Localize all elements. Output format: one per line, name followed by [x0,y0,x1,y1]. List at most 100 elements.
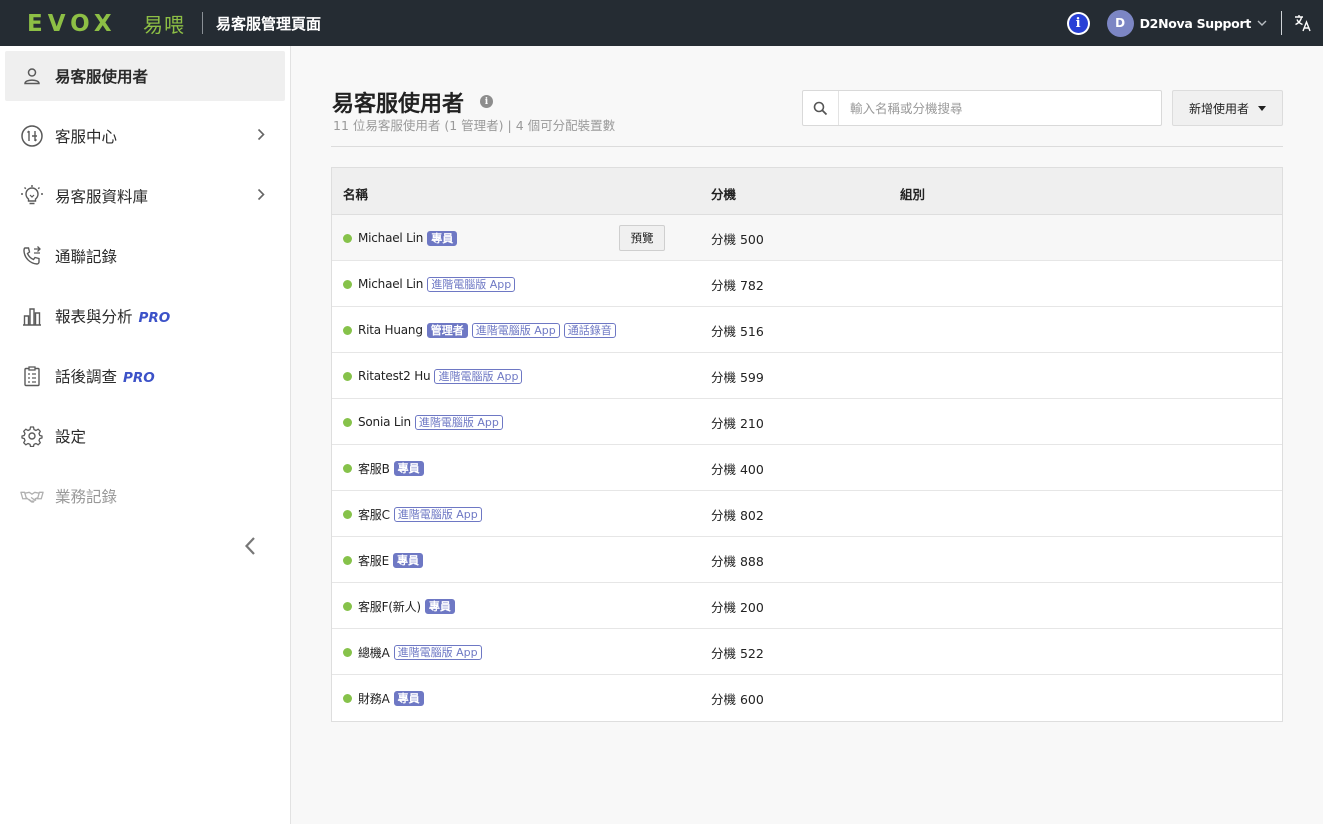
column-header-extension[interactable]: 分機 [711,184,736,203]
bar-chart-icon [20,304,44,328]
name-cell: 客服C 進階電腦版 App [343,491,482,537]
column-header-name[interactable]: 名稱 [343,184,368,203]
sidebar-item-business-records[interactable]: 業務記錄 [5,471,285,521]
column-header-group[interactable]: 組別 [900,184,925,203]
role-tag: 專員 [427,230,458,246]
user-name[interactable]: Michael Lin [358,277,423,291]
sidebar-item-label: 易客服資料庫 [55,188,149,206]
page-subtitle: 11 位易客服使用者 (1 管理者) | 4 個可分配裝置數 [333,118,616,133]
user-name[interactable]: 客服C [358,506,390,523]
role-tag: 專員 [393,460,424,476]
sidebar: 易客服使用者 客服中心 易客服資料庫 通聯記錄 報表與分析 PRO 話後調查 P… [0,46,291,824]
name-cell: Michael Lin 專員 [343,215,458,261]
table-row[interactable]: Ritatest2 Hu 進階電腦版 App 分機 599 [332,353,1282,399]
table-row[interactable]: 財務A 專員 分機 600 [332,675,1282,721]
online-status-dot [343,647,352,657]
name-cell: Rita Huang 管理者 進階電腦版 App 通話錄音 [343,307,616,353]
header-actions: i D D2Nova Support [1066,0,1323,46]
name-cell: Sonia Lin 進階電腦版 App [343,399,503,445]
table-row[interactable]: Sonia Lin 進階電腦版 App 分機 210 [332,399,1282,445]
lightbulb-icon [20,184,44,208]
sidebar-item-users[interactable]: 易客服使用者 [5,51,285,101]
info-icon: i [1068,13,1088,33]
chevron-left-icon [244,537,255,555]
role-tag: 專員 [393,690,424,706]
extension-cell: 分機 600 [711,691,764,707]
user-name[interactable]: 客服F(新人) [358,598,421,615]
table-row[interactable]: 總機A 進階電腦版 App 分機 522 [332,629,1282,675]
table-row[interactable]: 客服B 專員 分機 400 [332,445,1282,491]
role-tag: 管理者 [426,322,468,338]
app-title: 易客服管理頁面 [216,14,322,33]
table-body: Michael Lin 專員 預覽 分機 500 Michael Lin 進階電腦版 Ap… [332,215,1282,721]
user-name[interactable]: 財務A [358,690,390,707]
table-row[interactable]: 客服E 專員 分機 888 [332,537,1282,583]
name-cell: Michael Lin 進階電腦版 App [343,261,516,307]
user-icon [20,64,44,88]
info-button[interactable]: i [1066,11,1090,35]
sidebar-item-call-logs[interactable]: 通聯記錄 [5,231,285,281]
search-box [802,90,1162,126]
user-name[interactable]: 客服B [358,460,390,477]
table-row[interactable]: Michael Lin 專員 預覽 分機 500 [332,215,1282,261]
table-row[interactable]: Rita Huang 管理者 進階電腦版 App 通話錄音 分機 516 [332,307,1282,353]
table-row[interactable]: 客服C 進階電腦版 App 分機 802 [332,491,1282,537]
sidebar-item-label: 設定 [55,428,87,446]
search-input[interactable] [839,100,1139,116]
sidebar-item-label: 話後調查 PRO [55,368,155,386]
svg-text:EVOX: EVOX [27,12,117,34]
extension-cell: 分機 888 [711,553,764,569]
logo[interactable]: EVOX 易喂 [27,0,185,46]
main-content: 易客服使用者 i 11 位易客服使用者 (1 管理者) | 4 個可分配裝置數 … [291,46,1323,824]
user-name[interactable]: Ritatest2 Hu [358,369,431,383]
role-tag: 進階電腦版 App [393,644,482,660]
role-tag: 專員 [424,598,455,614]
extension-cell: 分機 516 [711,323,764,339]
translate-icon[interactable] [1293,13,1313,33]
top-bar: EVOX 易喂 易客服管理頁面 i D D2Nova Support [0,0,1323,46]
user-name[interactable]: Sonia Lin [358,415,411,429]
sidebar-item-survey[interactable]: 話後調查 PRO [5,351,285,401]
preview-button[interactable]: 預覽 [619,225,665,251]
avatar[interactable]: D [1106,9,1134,37]
name-cell: 客服E 專員 [343,537,423,583]
pro-badge: PRO [138,310,171,326]
user-name[interactable]: Rita Huang [358,323,423,337]
online-status-dot [343,601,352,611]
user-name[interactable]: 客服E [358,552,389,569]
pro-badge: PRO [123,370,155,386]
page-title: 易客服使用者 [332,92,465,117]
role-tag: 通話錄音 [563,322,616,338]
role-tag: 進階電腦版 App [471,322,560,338]
online-status-dot [343,509,352,519]
table-row[interactable]: 客服F(新人) 專員 分機 200 [332,583,1282,629]
header-divider [1281,11,1282,35]
role-tag: 進階電腦版 App [414,414,503,430]
sidebar-item-label: 通聯記錄 [55,248,118,266]
role-tag: 進階電腦版 App [427,276,516,292]
table-row[interactable]: Michael Lin 進階電腦版 App 分機 782 [332,261,1282,307]
add-user-label: 新增使用者 [1188,101,1249,116]
sidebar-collapse-button[interactable] [240,535,260,557]
name-cell: 財務A 專員 [343,675,424,721]
user-name[interactable]: D2Nova Support [1140,16,1252,31]
caret-down-icon [1258,105,1266,111]
info-icon[interactable]: i [480,95,493,108]
extension-cell: 分機 522 [711,645,764,661]
sidebar-item-reports[interactable]: 報表與分析 PRO [5,291,285,341]
sidebar-item-settings[interactable]: 設定 [5,411,285,461]
extension-cell: 分機 782 [711,277,764,293]
extension-cell: 分機 599 [711,369,764,385]
sidebar-item-call-center[interactable]: 客服中心 [5,111,285,161]
add-user-button[interactable]: 新增使用者 [1172,90,1283,126]
sidebar-item-knowledge-base[interactable]: 易客服資料庫 [5,171,285,221]
logo-divider [202,12,203,34]
extension-cell: 分機 210 [711,415,764,431]
user-name[interactable]: 總機A [358,644,390,661]
chevron-down-icon[interactable] [1257,20,1267,27]
handshake-icon [20,484,44,508]
online-status-dot [343,371,352,381]
user-name[interactable]: Michael Lin [358,231,423,245]
extension-cell: 分機 200 [711,599,764,615]
sidebar-item-label: 易客服使用者 [55,68,149,86]
